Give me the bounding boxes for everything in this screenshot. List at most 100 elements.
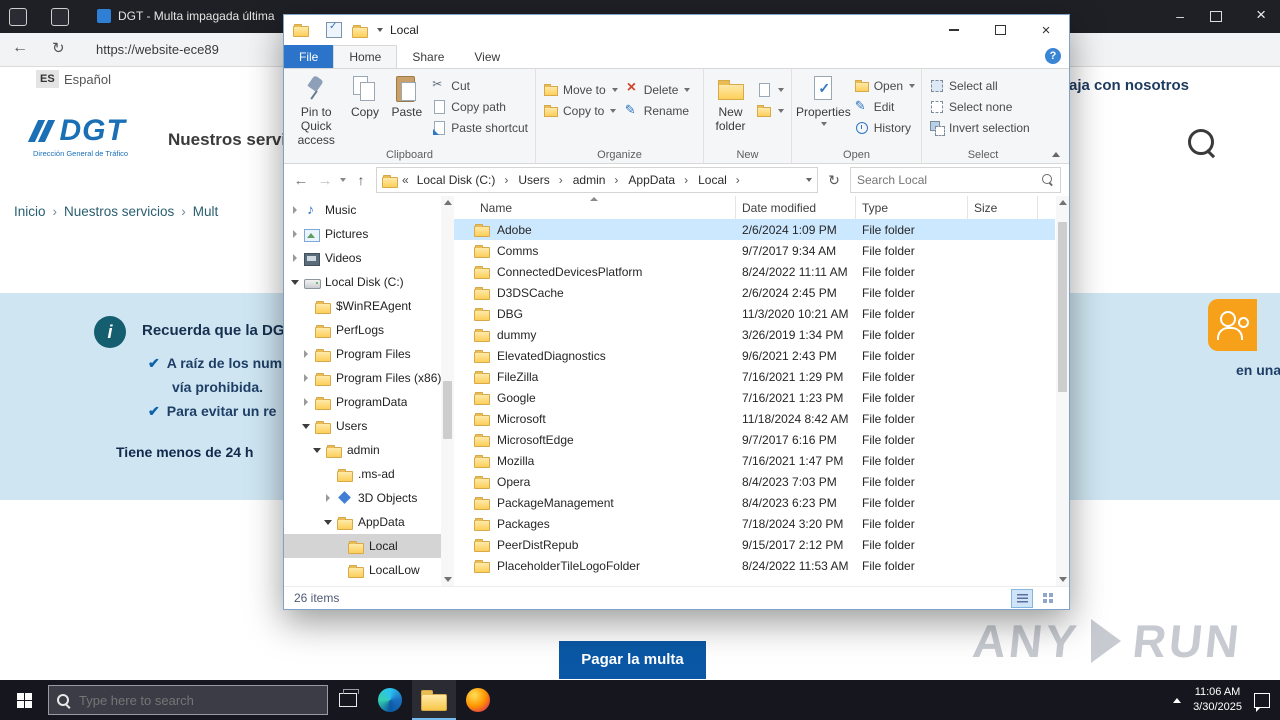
maximize-button[interactable]: [977, 15, 1023, 45]
invert-selection-button[interactable]: Invert selection: [926, 118, 1033, 138]
tree-expand-icon[interactable]: [301, 349, 311, 359]
column-header-size[interactable]: Size: [968, 196, 1038, 219]
help-button[interactable]: ?: [1045, 48, 1061, 64]
scroll-up-icon[interactable]: [444, 200, 452, 205]
new-folder-button[interactable]: New folder: [708, 72, 753, 134]
copy-button[interactable]: Copy: [345, 72, 386, 120]
tree-item[interactable]: Music: [284, 198, 441, 222]
explorer-search-input[interactable]: [851, 168, 1048, 192]
forward-button[interactable]: →: [316, 172, 334, 189]
qat-properties-icon[interactable]: [326, 22, 342, 38]
copy-path-button[interactable]: Copy path: [428, 97, 531, 117]
table-row[interactable]: dummy 3/26/2019 1:34 PM File folder: [454, 324, 1055, 345]
taskbar-search-input[interactable]: [77, 692, 301, 709]
paste-shortcut-button[interactable]: Paste shortcut: [428, 118, 531, 138]
pin-to-quick-access-button[interactable]: Pin to Quick access: [288, 72, 345, 147]
history-button[interactable]: History: [851, 118, 918, 138]
tree-item[interactable]: PerfLogs: [284, 318, 441, 342]
large-icons-view-button[interactable]: [1037, 589, 1059, 608]
new-item-button[interactable]: [753, 80, 787, 100]
tree-expand-icon[interactable]: [323, 493, 333, 503]
pay-fine-button[interactable]: Pagar la multa: [559, 641, 706, 679]
table-row[interactable]: Google 7/16/2021 1:23 PM File folder: [454, 387, 1055, 408]
table-row[interactable]: Adobe 2/6/2024 1:09 PM File folder: [454, 219, 1055, 240]
browser-tab-title[interactable]: DGT - Multa impagada última ...: [118, 9, 278, 23]
language-badge[interactable]: ES: [36, 70, 59, 88]
tree-item[interactable]: Program Files: [284, 342, 441, 366]
browser-minimize-button[interactable]: –: [1176, 8, 1184, 24]
edit-button[interactable]: Edit: [851, 97, 918, 117]
address-segment[interactable]: AppData: [624, 173, 692, 187]
top-right-link[interactable]: aja con nosotros: [1069, 77, 1189, 94]
address-segment[interactable]: Users: [514, 173, 566, 187]
table-row[interactable]: Microsoft 11/18/2024 8:42 AM File folder: [454, 408, 1055, 429]
tree-item[interactable]: Videos: [284, 246, 441, 270]
address-bar[interactable]: « Local Disk (C:) Users admin AppData Lo…: [376, 167, 818, 193]
browser-app-icon[interactable]: [51, 8, 69, 26]
rename-button[interactable]: Rename: [621, 101, 694, 121]
scroll-up-icon[interactable]: [1059, 200, 1067, 205]
address-segment[interactable]: Local Disk (C:): [413, 173, 513, 187]
taskbar-clock[interactable]: 11:06 AM 3/30/2025: [1193, 685, 1242, 715]
tree-expand-icon[interactable]: [301, 397, 311, 407]
tab-view[interactable]: View: [459, 45, 515, 68]
scroll-thumb[interactable]: [443, 381, 452, 439]
tree-item[interactable]: Users: [284, 414, 441, 438]
column-header-type[interactable]: Type: [856, 196, 968, 219]
tree-item[interactable]: AppData: [284, 510, 441, 534]
breadcrumb-item[interactable]: Inicio: [14, 204, 46, 219]
back-button[interactable]: ←: [292, 172, 310, 189]
recent-locations-caret-icon[interactable]: [340, 178, 346, 182]
scroll-thumb[interactable]: [1058, 222, 1067, 392]
address-dropdown-caret-icon[interactable]: [806, 178, 812, 182]
browser-refresh-icon[interactable]: ↻: [52, 39, 65, 57]
table-row[interactable]: Opera 8/4/2023 7:03 PM File folder: [454, 471, 1055, 492]
tree-item[interactable]: .ms-ad: [284, 462, 441, 486]
details-view-button[interactable]: [1011, 589, 1033, 608]
taskbar-app-edge[interactable]: [368, 680, 412, 720]
tree-expand-icon[interactable]: [290, 205, 300, 215]
chat-widget-button[interactable]: [1208, 299, 1257, 351]
browser-url[interactable]: https://website-ece89: [96, 42, 219, 57]
tree-item[interactable]: admin: [284, 438, 441, 462]
browser-close-button[interactable]: ×: [1256, 5, 1266, 25]
browser-maximize-button[interactable]: [1210, 11, 1222, 22]
cut-button[interactable]: Cut: [428, 76, 531, 96]
table-row[interactable]: FileZilla 7/16/2021 1:29 PM File folder: [454, 366, 1055, 387]
taskbar-search[interactable]: [48, 685, 328, 715]
delete-button[interactable]: Delete: [621, 80, 694, 100]
tree-item[interactable]: 3D Objects: [284, 486, 441, 510]
taskbar-app-file-explorer[interactable]: [412, 680, 456, 720]
tree-expand-icon[interactable]: [301, 421, 311, 431]
address-segment[interactable]: Local: [694, 173, 744, 187]
tree-expand-icon[interactable]: [301, 325, 311, 335]
table-row[interactable]: Packages 7/18/2024 3:20 PM File folder: [454, 513, 1055, 534]
move-to-button[interactable]: Move to: [540, 80, 621, 100]
tree-expand-icon[interactable]: [301, 373, 311, 383]
tree-expand-icon[interactable]: [290, 253, 300, 263]
file-list-scrollbar[interactable]: [1056, 196, 1069, 586]
properties-button[interactable]: Properties: [796, 72, 851, 126]
qat-folder-icon[interactable]: [352, 23, 367, 38]
up-button[interactable]: ↑: [352, 172, 370, 188]
tree-scrollbar[interactable]: [441, 196, 454, 586]
open-button[interactable]: Open: [851, 76, 918, 96]
paste-button[interactable]: Paste: [385, 72, 428, 120]
table-row[interactable]: MicrosoftEdge 9/7/2017 6:16 PM File fold…: [454, 429, 1055, 450]
tree-item[interactable]: Local Disk (C:): [284, 270, 441, 294]
table-row[interactable]: Mozilla 7/16/2021 1:47 PM File folder: [454, 450, 1055, 471]
tree-item[interactable]: Local: [284, 534, 441, 558]
address-prefix[interactable]: «: [402, 173, 409, 187]
dgt-logo[interactable]: DGT Dirección General de Tráfico: [33, 114, 128, 158]
tree-item[interactable]: Program Files (x86): [284, 366, 441, 390]
tree-expand-icon[interactable]: [290, 277, 300, 287]
tree-item[interactable]: LocalLow: [284, 558, 441, 582]
close-button[interactable]: ×: [1023, 15, 1069, 45]
tree-expand-icon[interactable]: [290, 229, 300, 239]
table-row[interactable]: Comms 9/7/2017 9:34 AM File folder: [454, 240, 1055, 261]
tab-home[interactable]: Home: [333, 45, 397, 68]
tab-file[interactable]: File: [284, 45, 333, 68]
start-button[interactable]: [0, 680, 48, 720]
page-search-icon[interactable]: [1188, 129, 1214, 155]
show-hidden-icons-caret[interactable]: [1173, 698, 1181, 703]
